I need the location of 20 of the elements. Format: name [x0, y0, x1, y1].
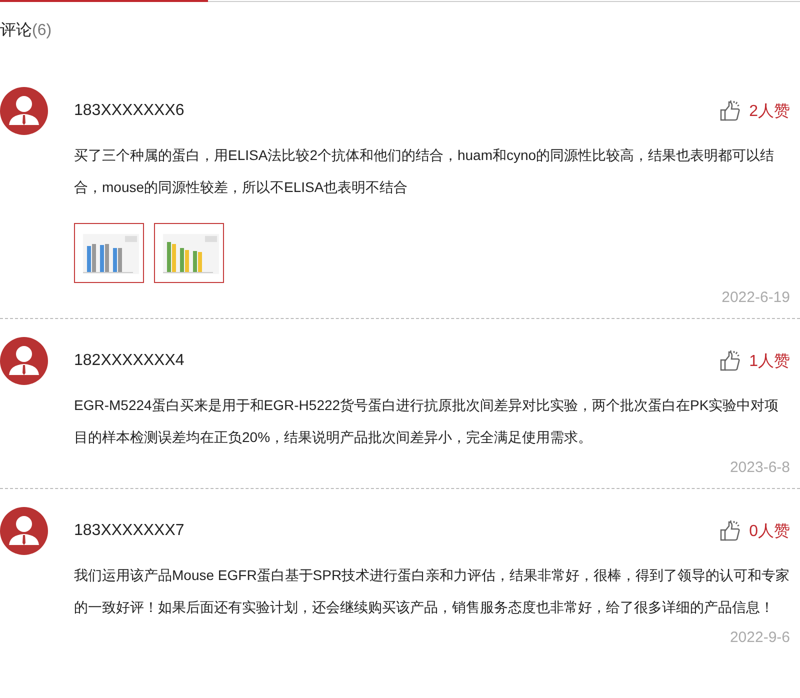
- like-count[interactable]: 0人赞: [749, 520, 790, 542]
- username: 183XXXXXXX7: [74, 522, 184, 540]
- like-count[interactable]: 2人赞: [749, 100, 790, 122]
- comment-date: 2022-9-6: [728, 629, 790, 646]
- comment-date: 2022-6-19: [720, 289, 790, 306]
- avatar-icon: [0, 337, 48, 385]
- thumbs-up-icon[interactable]: [719, 520, 742, 542]
- comment-text: EGR-M5224蛋白买来是用于和EGR-H5222货号蛋白进行抗原批次间差异对比实验，两个批次蛋白在PK实验中对项目的样本检测误差均在正负20%，结果说明产品批次间差异小，完全满足使用需求。: [74, 396, 780, 447]
- thumbs-up-icon[interactable]: [719, 100, 742, 122]
- section-title: 评论: [0, 22, 32, 39]
- comment-text: 我们运用该产品Mouse EGFR蛋白基于SPR技术进行蛋白亲和力评估，结果非常好，很棒，得到了领导的认可和专家的一致好评！如果后面还有实验计划，还会继续购买该产品，销售服务态度也非常好，给了很多详细的产品信息！: [74, 566, 791, 617]
- like-count[interactable]: 1人赞: [749, 350, 790, 372]
- avatar-icon: [0, 87, 48, 135]
- comment-count: (6): [32, 22, 52, 39]
- thumbs-up-icon[interactable]: [719, 350, 742, 372]
- username: 182XXXXXXX4: [74, 352, 184, 370]
- username: 183XXXXXXX6: [74, 102, 184, 120]
- comment-date: 2023-6-8: [728, 459, 790, 476]
- comment-text: 买了三个种属的蛋白，用ELISA法比较2个抗体和他们的结合，huam和cyno的同源性比较高，结果也表明都可以结合，mouse的同源性较差，所以不ELISA也表明不结合: [74, 146, 776, 197]
- avatar-icon: [0, 507, 48, 555]
